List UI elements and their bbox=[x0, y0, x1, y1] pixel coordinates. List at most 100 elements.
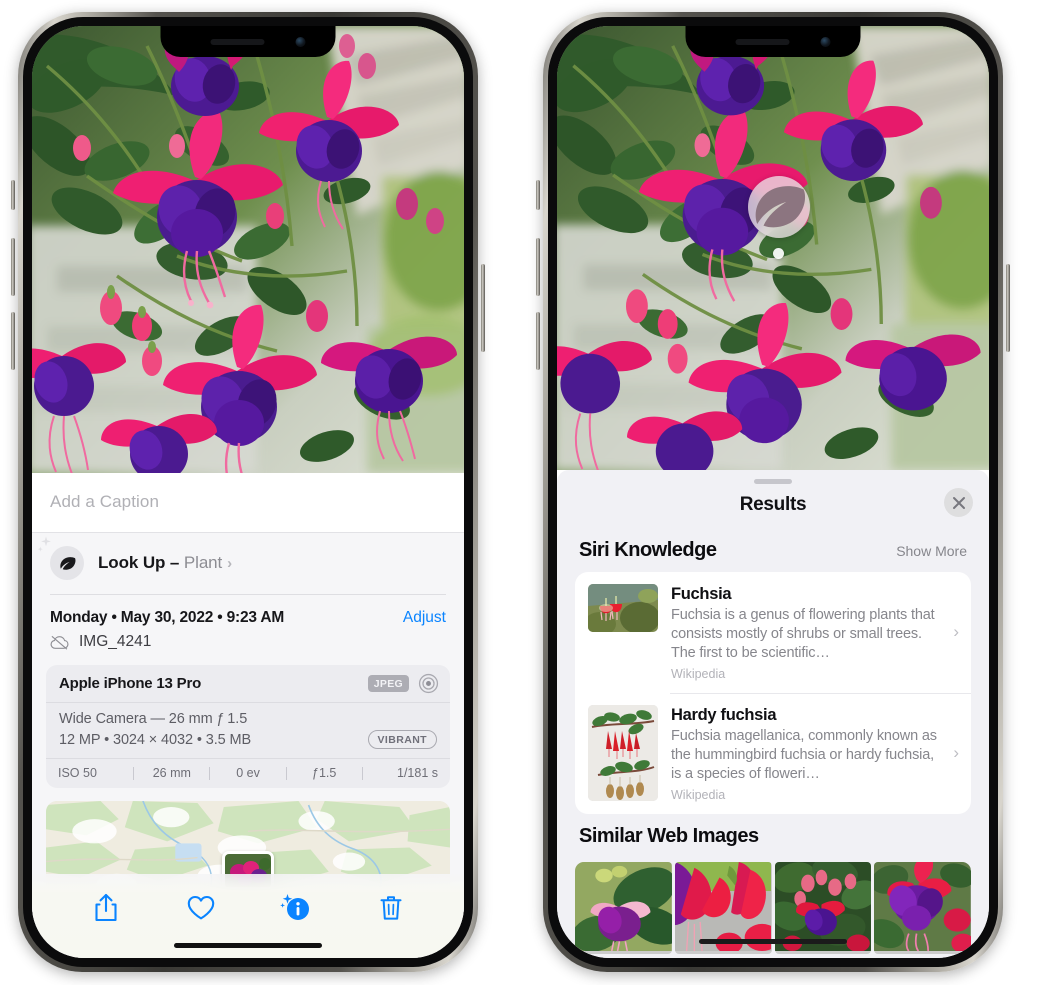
knowledge-description: Fuchsia magellanica, commonly known as t… bbox=[671, 727, 937, 782]
earpiece-speaker bbox=[735, 38, 789, 45]
similar-web-images-title: Similar Web Images bbox=[579, 824, 759, 847]
favorite-button[interactable] bbox=[179, 888, 223, 928]
siri-knowledge-card: Fuchsia Fuchsia is a genus of flowering … bbox=[575, 572, 971, 814]
results-title: Results bbox=[739, 494, 807, 515]
exif-header: Apple iPhone 13 Pro JPEG bbox=[46, 665, 450, 703]
left-screen: Add a Caption Look Up – Plant › Monday •… bbox=[32, 26, 464, 958]
chevron-right-icon: › bbox=[953, 622, 959, 642]
delete-button[interactable] bbox=[369, 888, 413, 928]
exif-body: Wide Camera — 26 mm ƒ 1.5 12 MP • 3024 ×… bbox=[46, 703, 450, 759]
image-size-info: 12 MP • 3024 × 4032 • 3.5 MB bbox=[59, 731, 252, 748]
knowledge-source: Wikipedia bbox=[671, 787, 726, 802]
thumb-art bbox=[575, 861, 672, 952]
filename-row: IMG_4241 bbox=[32, 629, 464, 663]
iphone-left-device: Add a Caption Look Up – Plant › Monday •… bbox=[11, 12, 485, 972]
silent-switch[interactable] bbox=[11, 180, 15, 210]
photo-datetime: Monday • May 30, 2022 • 9:23 AM bbox=[50, 609, 285, 626]
notch bbox=[685, 26, 861, 57]
stat-iso: ISO 50 bbox=[58, 766, 97, 780]
power-button[interactable] bbox=[481, 264, 485, 352]
volume-up-button[interactable] bbox=[11, 238, 15, 296]
front-camera bbox=[295, 37, 306, 47]
close-button[interactable] bbox=[944, 488, 973, 517]
iphone-right-device: Results Siri Knowledge Show More Fuchsia… bbox=[536, 12, 1010, 972]
knowledge-title: Fuchsia bbox=[671, 585, 732, 603]
knowledge-item-fuchsia[interactable]: Fuchsia Fuchsia is a genus of flowering … bbox=[575, 572, 971, 693]
volume-down-button[interactable] bbox=[11, 312, 15, 370]
photo-fuchsia-plant[interactable] bbox=[32, 26, 464, 473]
results-sheet: Results Siri Knowledge Show More Fuchsia… bbox=[557, 470, 989, 958]
leaf-icon bbox=[37, 536, 84, 580]
home-indicator[interactable] bbox=[699, 939, 847, 944]
fuchsia-purple-red-cluster-thumb[interactable] bbox=[874, 861, 971, 954]
exif-stats-row: ISO 50 26 mm 0 ev ƒ1.5 1/181 s bbox=[46, 759, 450, 788]
share-icon bbox=[94, 893, 117, 922]
siri-knowledge-header: Siri Knowledge Show More bbox=[557, 528, 989, 572]
info-button[interactable] bbox=[274, 888, 318, 928]
camera-device-name: Apple iPhone 13 Pro bbox=[59, 675, 202, 692]
knowledge-description: Fuchsia is a genus of flowering plants t… bbox=[671, 607, 935, 661]
caption-field[interactable]: Add a Caption bbox=[32, 473, 464, 533]
chevron-right-icon: › bbox=[953, 743, 959, 763]
power-button[interactable] bbox=[1006, 264, 1010, 352]
datetime-row: Monday • May 30, 2022 • 9:23 AM Adjust bbox=[32, 595, 464, 629]
photo-fuchsia-plant[interactable] bbox=[557, 26, 989, 470]
adjust-button[interactable]: Adjust bbox=[403, 609, 446, 627]
hardy-fuchsia-specimen-thumb bbox=[588, 704, 658, 801]
sparkle-icon bbox=[37, 536, 51, 552]
look-up-dash: – bbox=[169, 553, 180, 572]
similar-web-images-header: Similar Web Images bbox=[557, 814, 989, 858]
volume-up-button[interactable] bbox=[536, 238, 540, 296]
fuchsia-photo-art bbox=[557, 26, 989, 470]
aperture-icon bbox=[418, 673, 439, 694]
show-more-button[interactable]: Show More bbox=[896, 543, 967, 559]
share-button[interactable] bbox=[84, 888, 128, 928]
caption-placeholder: Add a Caption bbox=[50, 492, 160, 511]
info-sparkle-icon bbox=[279, 894, 309, 920]
exif-badges: JPEG bbox=[367, 673, 439, 694]
look-up-text: Look Up bbox=[98, 553, 166, 572]
knowledge-source: Wikipedia bbox=[671, 666, 726, 681]
silent-switch[interactable] bbox=[536, 180, 540, 210]
volume-down-button[interactable] bbox=[536, 312, 540, 370]
notch bbox=[160, 26, 336, 57]
stat-aperture: ƒ1.5 bbox=[312, 766, 337, 780]
fuchsia-pink-purple-leaf-thumb[interactable] bbox=[575, 861, 672, 954]
fuchsia-photo-art bbox=[32, 26, 464, 473]
format-badge: JPEG bbox=[367, 675, 409, 692]
trash-icon bbox=[380, 896, 401, 920]
knowledge-item-hardy-fuchsia[interactable]: Hardy fuchsia Fuchsia magellanica, commo… bbox=[575, 692, 971, 814]
results-header: Results bbox=[557, 484, 989, 528]
screenshot-stage: Add a Caption Look Up – Plant › Monday •… bbox=[0, 0, 1055, 985]
thumb-art bbox=[588, 584, 658, 632]
lens-info: Wide Camera — 26 mm ƒ 1.5 bbox=[59, 711, 248, 727]
stat-focal: 26 mm bbox=[152, 766, 191, 780]
knowledge-text: Fuchsia Fuchsia is a genus of flowering … bbox=[671, 584, 945, 681]
leaf-icon bbox=[755, 186, 806, 228]
knowledge-title: Hardy fuchsia bbox=[671, 705, 777, 724]
exif-card[interactable]: Apple iPhone 13 Pro JPEG Wide Camera — 2… bbox=[46, 665, 450, 788]
thumb-art bbox=[774, 861, 872, 952]
device-bezel: Results Siri Knowledge Show More Fuchsia… bbox=[548, 17, 998, 967]
front-camera bbox=[820, 37, 831, 47]
thumb-art bbox=[874, 861, 971, 953]
knowledge-text: Hardy fuchsia Fuchsia magellanica, commo… bbox=[671, 705, 945, 802]
close-icon bbox=[952, 496, 965, 509]
look-up-row[interactable]: Look Up – Plant › bbox=[32, 533, 464, 595]
look-up-subject: Plant bbox=[183, 553, 223, 572]
visual-lookup-badge[interactable] bbox=[748, 176, 810, 238]
photo-info-sheet: Add a Caption Look Up – Plant › Monday •… bbox=[32, 473, 464, 958]
chevron-right-icon: › bbox=[227, 555, 233, 572]
stat-shutter: 1/181 s bbox=[397, 766, 439, 780]
color-profile-badge: VIBRANT bbox=[367, 730, 437, 749]
leaf-glyph bbox=[59, 556, 75, 570]
right-screen: Results Siri Knowledge Show More Fuchsia… bbox=[557, 26, 989, 958]
photo-filename: IMG_4241 bbox=[79, 633, 152, 650]
home-indicator[interactable] bbox=[174, 943, 322, 948]
look-up-label: Look Up – Plant › bbox=[98, 553, 232, 573]
siri-knowledge-title: Siri Knowledge bbox=[579, 539, 717, 561]
visual-lookup-anchor-dot bbox=[773, 248, 784, 259]
device-bezel: Add a Caption Look Up – Plant › Monday •… bbox=[23, 17, 473, 967]
stat-ev: 0 ev bbox=[236, 766, 260, 780]
heart-icon bbox=[187, 895, 214, 920]
